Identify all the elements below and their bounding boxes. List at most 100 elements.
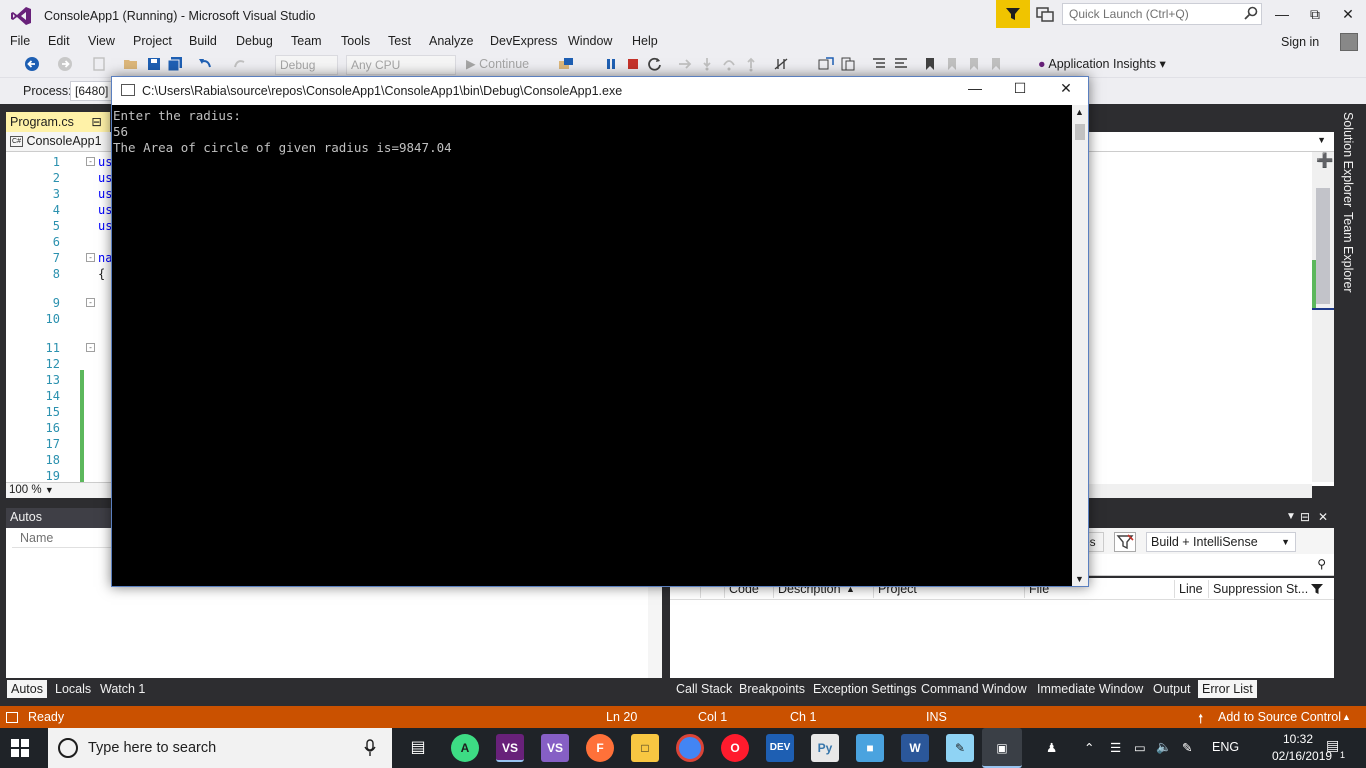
solution-explorer-tab[interactable]: Solution Explorer xyxy=(1341,112,1355,207)
file-explorer-icon[interactable]: □ xyxy=(631,734,659,762)
console-maximize-button[interactable]: ☐ xyxy=(1000,80,1040,102)
zoom-level-combo[interactable]: 100 % ▼ xyxy=(6,482,112,498)
menu-window[interactable]: Window xyxy=(568,34,612,48)
process-combo[interactable]: [6480] xyxy=(70,81,114,101)
input-language[interactable]: ENG xyxy=(1212,740,1239,754)
microphone-icon[interactable] xyxy=(364,739,376,757)
column-line[interactable]: Line xyxy=(1179,582,1203,596)
editor-horizontal-scrollbar[interactable] xyxy=(1088,484,1312,498)
process-icon[interactable] xyxy=(558,56,574,72)
menu-view[interactable]: View xyxy=(88,34,115,48)
tab-autos[interactable]: Autos xyxy=(7,680,47,698)
console-app-taskbar-icon[interactable]: ▣ xyxy=(982,728,1022,768)
clear-bookmarks-icon[interactable] xyxy=(988,56,1004,72)
visual-studio-2-taskbar-icon[interactable]: VS xyxy=(541,734,569,762)
minimize-button[interactable]: — xyxy=(1272,6,1292,24)
console-output[interactable]: Enter the radius: 56 The Area of circle of… xyxy=(112,105,1072,586)
sign-in-link[interactable]: Sign in xyxy=(1281,35,1319,49)
bookmark-icon[interactable] xyxy=(922,56,938,72)
stack-frame-icon[interactable] xyxy=(840,56,856,72)
previous-bookmark-icon[interactable] xyxy=(944,56,960,72)
close-button[interactable]: ✕ xyxy=(1338,6,1358,24)
split-editor-icon[interactable]: ➕ xyxy=(1316,152,1333,170)
firefox-icon[interactable]: F xyxy=(586,734,614,762)
column-filter-funnel-icon[interactable] xyxy=(1310,582,1324,596)
step-over-icon[interactable] xyxy=(721,56,737,72)
outline-collapse-icon[interactable]: - xyxy=(86,157,95,166)
next-bookmark-icon[interactable] xyxy=(966,56,982,72)
uncomment-lines-icon[interactable] xyxy=(893,56,909,72)
undo-icon[interactable] xyxy=(197,56,213,72)
scrollbar-thumb[interactable] xyxy=(1316,188,1330,304)
android-studio-icon[interactable]: A xyxy=(451,734,479,762)
solution-configuration-combo[interactable]: Debug xyxy=(275,55,338,75)
new-project-icon[interactable] xyxy=(91,56,107,72)
restart-icon[interactable] xyxy=(647,56,663,72)
quick-launch-input[interactable]: Quick Launch (Ctrl+Q) xyxy=(1062,3,1262,25)
pin-icon[interactable]: ⊟ xyxy=(91,115,101,129)
notification-filter-button[interactable] xyxy=(996,0,1030,28)
save-all-icon[interactable] xyxy=(167,56,183,72)
tab-command-window[interactable]: Command Window xyxy=(917,682,1031,696)
menu-edit[interactable]: Edit xyxy=(48,34,70,48)
editor-navigation-bar[interactable]: C# ConsoleApp1 xyxy=(6,132,112,152)
tab-exception-settings[interactable]: Exception Settings xyxy=(809,682,921,696)
task-view-icon[interactable]: ▤ xyxy=(404,734,432,762)
chrome-icon[interactable] xyxy=(676,734,704,762)
opera-icon[interactable]: O xyxy=(721,734,749,762)
thread-icon[interactable] xyxy=(818,56,834,72)
window-menu-chevron-icon[interactable]: ▼ xyxy=(1286,511,1296,522)
clock-date[interactable]: 02/16/2019 xyxy=(1272,749,1332,763)
code-editor-right-portion[interactable] xyxy=(1088,152,1334,486)
hex-display-icon[interactable] xyxy=(773,56,789,72)
autos-scrollbar[interactable] xyxy=(648,586,662,678)
menu-devexpress[interactable]: DevExpress xyxy=(490,34,557,48)
navigate-forward-icon[interactable] xyxy=(57,56,73,72)
tab-immediate-window[interactable]: Immediate Window xyxy=(1033,682,1147,696)
tab-error-list[interactable]: Error List xyxy=(1198,680,1257,698)
console-close-button[interactable]: ✕ xyxy=(1046,80,1086,102)
visual-studio-taskbar-icon[interactable]: VS xyxy=(496,734,524,762)
continue-button[interactable]: ▶ Continue xyxy=(466,56,529,71)
solution-platform-combo[interactable]: Any CPU xyxy=(346,55,456,75)
save-icon[interactable] xyxy=(146,56,162,72)
windows-start-icon[interactable] xyxy=(10,738,30,758)
menu-test[interactable]: Test xyxy=(388,34,411,48)
feedback-icon[interactable] xyxy=(1036,5,1054,23)
editor-vertical-scrollbar[interactable]: ➕ xyxy=(1312,152,1334,482)
team-explorer-tab[interactable]: Team Explorer xyxy=(1341,212,1355,293)
devexpress-icon[interactable]: DEV xyxy=(766,734,794,762)
menu-build[interactable]: Build xyxy=(189,34,217,48)
3d-app-icon[interactable]: ■ xyxy=(856,734,884,762)
volume-icon[interactable]: 🔈 xyxy=(1156,740,1172,755)
battery-icon[interactable]: ▭ xyxy=(1134,740,1146,755)
search-icon[interactable] xyxy=(1244,6,1258,20)
tab-watch-1[interactable]: Watch 1 xyxy=(96,682,149,696)
restore-button[interactable]: ⧉ xyxy=(1305,6,1325,24)
tab-breakpoints[interactable]: Breakpoints xyxy=(735,682,809,696)
error-list-search[interactable]: ⚲ xyxy=(1088,554,1334,576)
step-out-icon[interactable] xyxy=(743,56,759,72)
menu-team[interactable]: Team xyxy=(291,34,322,48)
account-avatar-icon[interactable] xyxy=(1340,33,1358,51)
navigate-back-icon[interactable] xyxy=(24,56,40,72)
filter-toggle-icon[interactable] xyxy=(1114,532,1136,552)
step-into-icon[interactable] xyxy=(699,56,715,72)
column-suppression-state[interactable]: Suppression St... xyxy=(1213,582,1308,596)
pause-icon[interactable] xyxy=(603,56,619,72)
build-intellisense-combo[interactable]: Build + IntelliSense ▼ xyxy=(1146,532,1296,552)
menu-file[interactable]: File xyxy=(10,34,30,48)
console-scrollbar[interactable]: ▲ ▼ xyxy=(1072,105,1088,586)
menu-project[interactable]: Project xyxy=(133,34,172,48)
application-insights-button[interactable]: ● Application Insights ▾ xyxy=(1038,56,1166,71)
menu-debug[interactable]: Debug xyxy=(236,34,273,48)
error-list-grid[interactable] xyxy=(670,600,1334,678)
redo-icon[interactable] xyxy=(232,56,248,72)
tab-output[interactable]: Output xyxy=(1149,682,1195,696)
pin-icon[interactable]: ⊟ xyxy=(1300,510,1310,524)
comment-lines-icon[interactable] xyxy=(871,56,887,72)
outline-collapse-icon[interactable]: - xyxy=(86,253,95,262)
menu-analyze[interactable]: Analyze xyxy=(429,34,473,48)
console-minimize-button[interactable]: — xyxy=(955,80,995,102)
tab-locals[interactable]: Locals xyxy=(51,682,95,696)
